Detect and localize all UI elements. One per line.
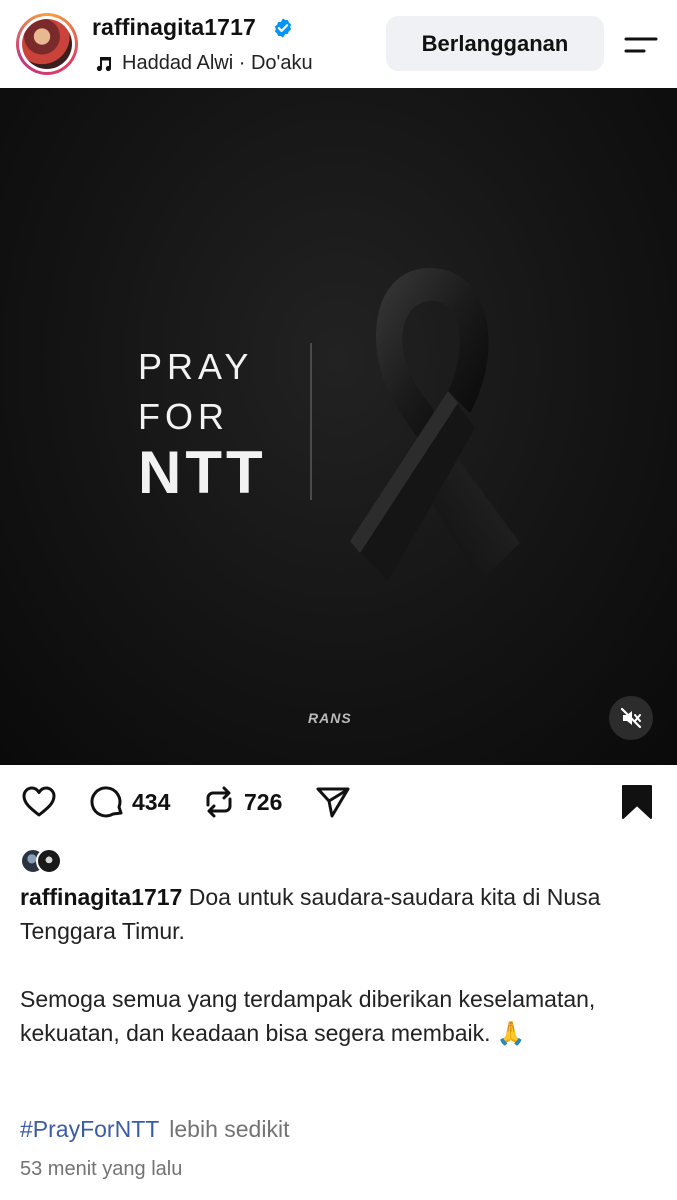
send-icon [316, 787, 350, 818]
comment-icon [90, 786, 123, 818]
caption-paragraph: raffinagita1717 Doa untuk saudara-saudar… [20, 880, 660, 948]
media-text-for: FOR [138, 396, 229, 437]
share-button[interactable] [314, 783, 352, 821]
liker-avatar [36, 848, 62, 874]
repost-icon [206, 786, 232, 818]
hashtag-link[interactable]: #PrayForNTT [20, 1116, 159, 1142]
brand-logo: RANS [308, 710, 352, 726]
media-divider [310, 343, 312, 500]
media-text-ntt: NTT [138, 439, 267, 506]
comment-button[interactable]: 434 [88, 783, 170, 821]
caption-username[interactable]: raffinagita1717 [20, 884, 182, 910]
mute-button[interactable] [609, 696, 653, 740]
menu-icon[interactable] [622, 30, 660, 60]
post-media[interactable]: PRAY FOR NTT RANS [0, 88, 677, 765]
bookmark-icon [622, 785, 652, 819]
hashtag-row: #PrayForNTT lebih sedikit [20, 1116, 289, 1143]
repost-count: 726 [244, 788, 283, 815]
heart-icon [22, 786, 56, 817]
subscribe-button[interactable]: Berlangganan [386, 16, 604, 71]
like-button[interactable] [20, 783, 58, 821]
show-less-link[interactable]: lebih sedikit [169, 1116, 289, 1142]
comment-count: 434 [132, 788, 171, 815]
music-label: Haddad Alwi · Do'aku [122, 52, 313, 74]
post-actions: 434 726 [0, 765, 677, 841]
post-timestamp: 53 menit yang lalu [20, 1158, 183, 1180]
verified-icon [274, 18, 292, 38]
avatar-border [19, 16, 75, 72]
music-note-icon [96, 56, 112, 71]
avatar[interactable] [16, 13, 78, 75]
bookmark-button[interactable] [618, 783, 656, 821]
black-ribbon-icon [350, 268, 520, 581]
repost-button[interactable]: 726 [200, 783, 282, 821]
post-caption: raffinagita1717 Doa untuk saudara-saudar… [20, 880, 660, 1084]
avatar-image [22, 19, 72, 69]
liked-by-avatars[interactable] [20, 848, 80, 874]
post-header: raffinagita1717 Haddad Alwi · Do'aku Ber… [0, 0, 677, 88]
music-info[interactable]: Haddad Alwi · Do'aku [94, 52, 313, 75]
caption-paragraph-2: Semoga semua yang terdampak diberikan ke… [20, 986, 596, 1046]
media-text-pray: PRAY [138, 346, 254, 387]
mute-icon [620, 707, 642, 729]
username[interactable]: raffinagita1717 [92, 14, 256, 41]
